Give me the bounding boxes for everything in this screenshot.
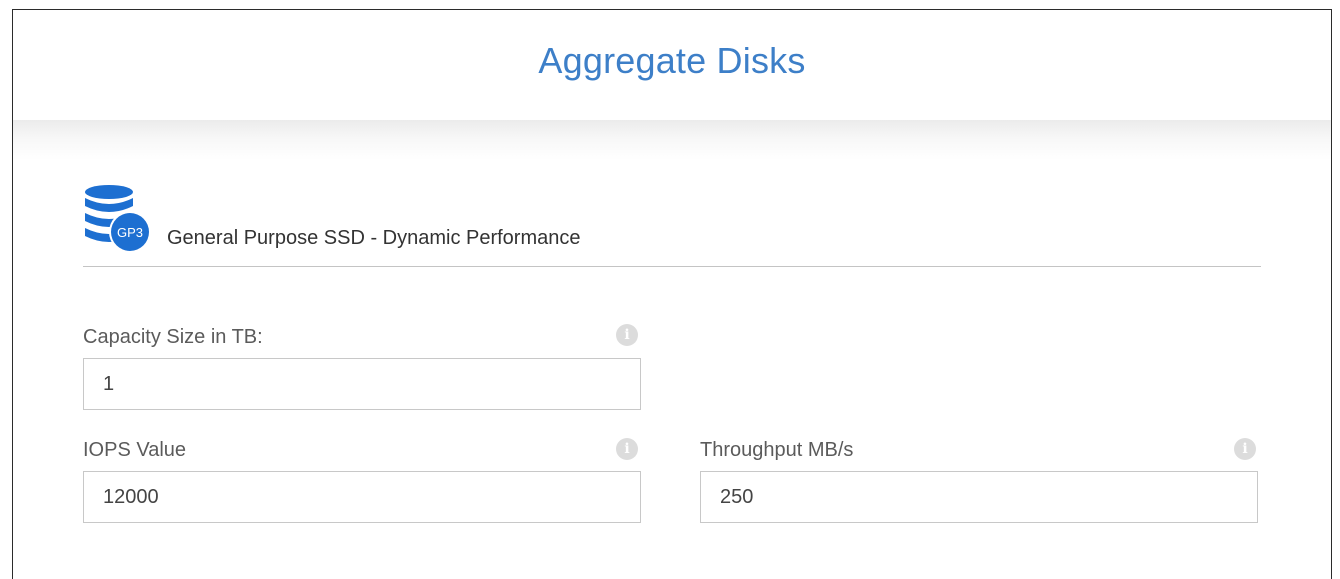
capacity-info-icon[interactable]: i bbox=[616, 324, 638, 346]
iops-info-icon[interactable]: i bbox=[616, 438, 638, 460]
header-shadow bbox=[13, 120, 1331, 160]
database-gp3-icon: GP3 bbox=[85, 185, 151, 253]
capacity-label: Capacity Size in TB: bbox=[83, 326, 263, 348]
iops-input[interactable] bbox=[83, 471, 641, 523]
panel-header: Aggregate Disks bbox=[13, 10, 1331, 120]
page-title: Aggregate Disks bbox=[538, 40, 806, 81]
iops-label: IOPS Value bbox=[83, 439, 187, 461]
throughput-label: Throughput MB/s bbox=[700, 439, 854, 461]
throughput-input[interactable] bbox=[700, 471, 1258, 523]
aggregate-disks-panel: Aggregate Disks GP3 General Purpose SSD … bbox=[12, 9, 1332, 579]
capacity-input[interactable] bbox=[83, 358, 641, 410]
disk-type-label: General Purpose SSD - Dynamic Performanc… bbox=[167, 227, 581, 249]
disk-type-row: GP3 General Purpose SSD - Dynamic Perfor… bbox=[83, 184, 1261, 267]
throughput-info-icon[interactable]: i bbox=[1234, 438, 1256, 460]
gp3-badge-text: GP3 bbox=[117, 225, 143, 240]
